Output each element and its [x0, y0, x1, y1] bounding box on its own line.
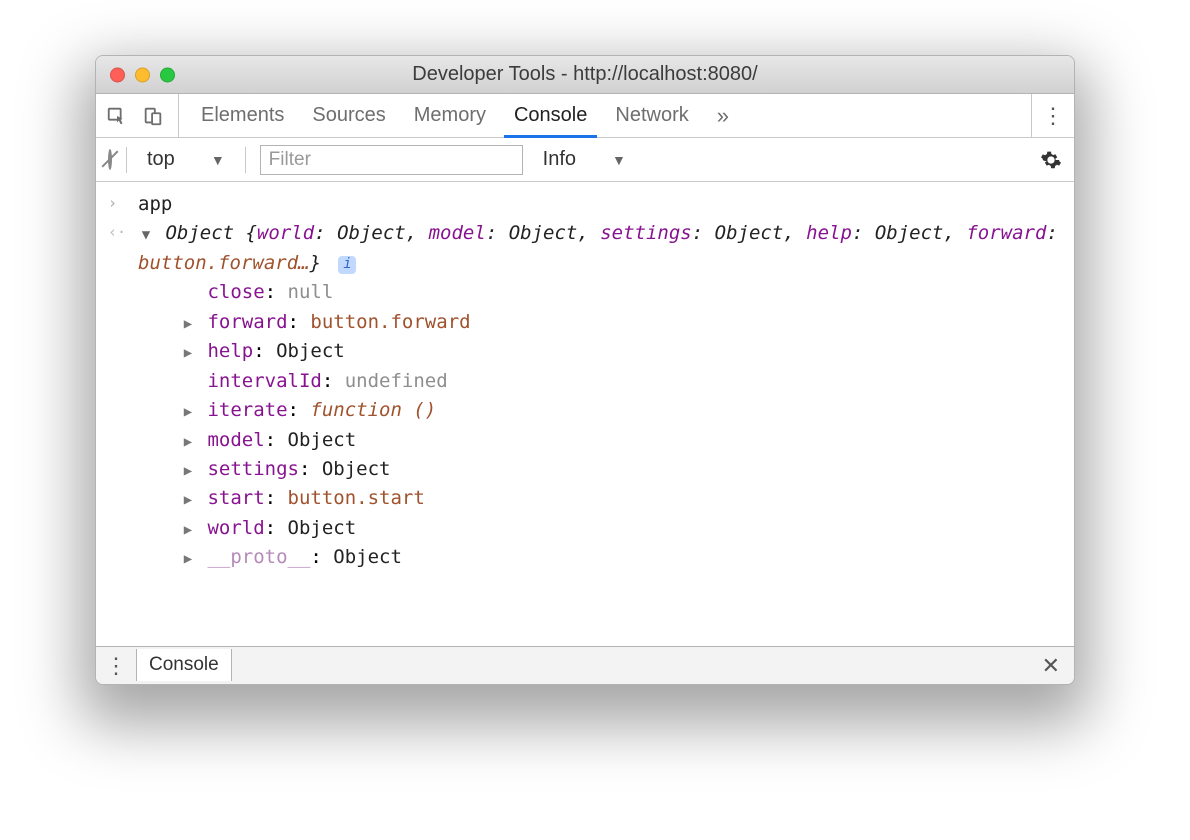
- tab-elements[interactable]: Elements: [187, 94, 298, 137]
- tab-memory[interactable]: Memory: [400, 94, 500, 137]
- object-property[interactable]: ▶ start: button.start: [180, 484, 1062, 513]
- object-property[interactable]: ▶ help: Object: [180, 337, 1062, 366]
- object-property[interactable]: ▶ __proto__: Object: [180, 543, 1062, 572]
- object-property[interactable]: ▶ settings: Object: [180, 455, 1062, 484]
- inspect-element-icon[interactable]: [106, 105, 128, 127]
- expand-toggle[interactable]: ▶: [180, 461, 196, 483]
- titlebar: Developer Tools - http://localhost:8080/: [96, 56, 1074, 94]
- minimize-window-button[interactable]: [135, 67, 150, 82]
- close-drawer-icon[interactable]: ✕: [1042, 653, 1060, 679]
- console-body: › app ‹· ▼ Object {world: Object, model:…: [96, 182, 1074, 646]
- log-level-label: Info: [543, 148, 576, 171]
- context-selector[interactable]: top ▼: [141, 146, 231, 173]
- drawer-bar: ⋮ Console ✕: [96, 646, 1074, 684]
- separator: [126, 147, 127, 173]
- object-property[interactable]: ▶ iterate: function (): [180, 396, 1062, 425]
- tab-console[interactable]: Console: [500, 94, 601, 137]
- console-output-row: ‹· ▼ Object {world: Object, model: Objec…: [108, 219, 1062, 572]
- device-toggle-icon[interactable]: [142, 105, 164, 127]
- settings-icon[interactable]: [1040, 149, 1062, 171]
- window-title: Developer Tools - http://localhost:8080/: [96, 63, 1074, 86]
- object-summary[interactable]: Object {world: Object, model: Object, se…: [138, 222, 1058, 273]
- object-property[interactable]: ▶ model: Object: [180, 426, 1062, 455]
- close-window-button[interactable]: [110, 67, 125, 82]
- panel-tabs: Elements Sources Memory Console Network …: [179, 94, 1031, 137]
- console-input-text: app: [138, 190, 1062, 219]
- object-properties: close: null▶ forward: button.forward▶ he…: [138, 278, 1062, 572]
- drawer-menu-icon[interactable]: ⋮: [96, 653, 136, 679]
- expand-toggle[interactable]: ▶: [180, 314, 196, 336]
- more-tabs-button[interactable]: »: [703, 94, 743, 137]
- separator: [245, 147, 246, 173]
- window-controls: [110, 67, 175, 82]
- expand-toggle[interactable]: ▶: [180, 549, 196, 571]
- caret-down-icon: ▼: [211, 152, 225, 168]
- console-filter-bar: top ▼ Info ▼: [96, 138, 1074, 182]
- object-property[interactable]: ▶ forward: button.forward: [180, 308, 1062, 337]
- object-property[interactable]: close: null: [180, 278, 1062, 307]
- clear-console-icon[interactable]: [108, 151, 112, 169]
- zoom-window-button[interactable]: [160, 67, 175, 82]
- filter-input[interactable]: [260, 145, 523, 175]
- expand-toggle[interactable]: ▼: [138, 225, 154, 247]
- object-property[interactable]: intervalId: undefined: [180, 367, 1062, 396]
- info-icon[interactable]: i: [338, 256, 356, 274]
- tab-network[interactable]: Network: [601, 94, 702, 137]
- expand-toggle[interactable]: ▶: [180, 490, 196, 512]
- console-input-row: › app: [108, 190, 1062, 219]
- context-selector-label: top: [147, 148, 175, 171]
- output-icon: ‹·: [108, 219, 138, 244]
- main-toolbar: Elements Sources Memory Console Network …: [96, 94, 1074, 138]
- log-level-selector[interactable]: Info ▼: [537, 146, 632, 173]
- drawer-tab-console[interactable]: Console: [136, 649, 232, 681]
- expand-toggle[interactable]: ▶: [180, 343, 196, 365]
- kebab-menu-icon[interactable]: ⋮: [1042, 105, 1064, 127]
- tab-sources[interactable]: Sources: [298, 94, 399, 137]
- caret-down-icon: ▼: [612, 152, 626, 168]
- devtools-window: Developer Tools - http://localhost:8080/: [95, 55, 1075, 685]
- prompt-icon: ›: [108, 190, 138, 215]
- expand-toggle[interactable]: ▶: [180, 402, 196, 424]
- expand-toggle[interactable]: ▶: [180, 432, 196, 454]
- object-property[interactable]: ▶ world: Object: [180, 514, 1062, 543]
- expand-toggle[interactable]: ▶: [180, 520, 196, 542]
